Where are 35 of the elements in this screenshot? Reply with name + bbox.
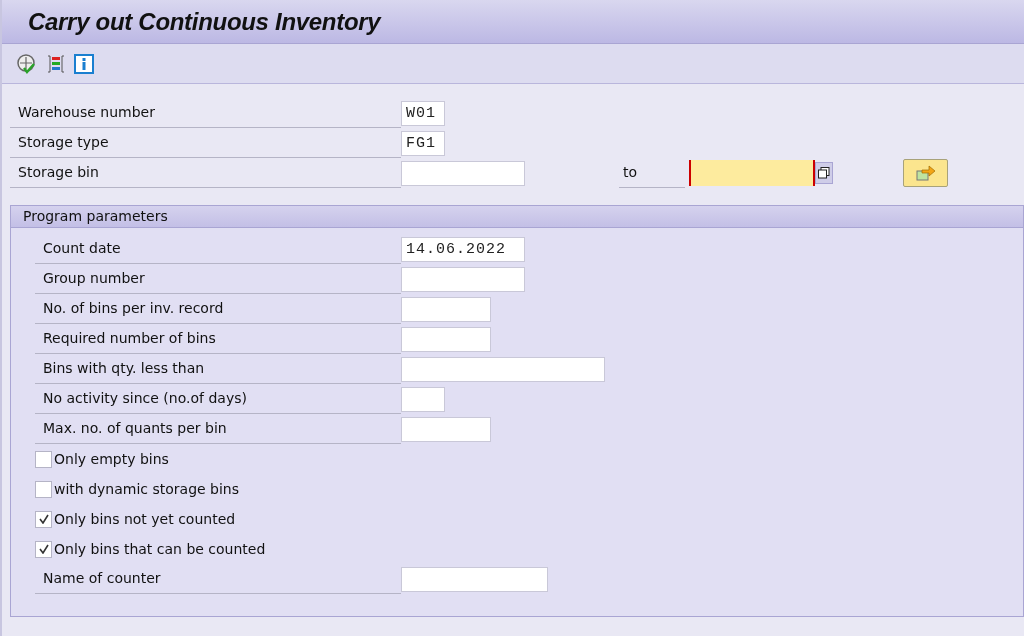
field-label: Max. no. of quants per bin — [35, 414, 401, 444]
checkbox-label: Only bins not yet counted — [54, 509, 236, 529]
field-label: Storage bin — [10, 158, 401, 188]
field-label: Bins with qty. less than — [35, 354, 401, 384]
checkbox[interactable] — [35, 480, 52, 498]
arrow-icon — [915, 165, 936, 181]
input-field[interactable] — [689, 160, 815, 186]
checkbox[interactable] — [35, 540, 52, 558]
checkbox[interactable] — [35, 450, 52, 468]
panel-title: Program parameters — [23, 207, 168, 226]
multiple-selection-button[interactable] — [815, 162, 833, 184]
field-label: Count date — [35, 234, 401, 264]
input-field[interactable]: 14.06.2022 — [401, 236, 525, 262]
info-icon[interactable] — [74, 53, 94, 74]
input-field[interactable]: FG1 — [401, 130, 445, 156]
execute-icon[interactable] — [16, 52, 38, 75]
field-label: Required number of bins — [35, 324, 401, 354]
bars-icon[interactable] — [46, 52, 66, 75]
checkbox[interactable] — [35, 510, 52, 528]
to-label: to — [619, 158, 685, 188]
field-label: Storage type — [10, 128, 401, 158]
arrow-button[interactable] — [903, 159, 948, 187]
input-field[interactable]: W01 — [401, 100, 445, 126]
checkbox-label: Only empty bins — [54, 449, 169, 469]
field-label: No. of bins per inv. record — [35, 294, 401, 324]
field-label: Name of counter — [35, 564, 401, 594]
field-label: Group number — [35, 264, 401, 294]
checkmark-icon — [38, 544, 49, 554]
window-title: Carry out Continuous Inventory — [28, 6, 381, 37]
field-label: No activity since (no.of days) — [35, 384, 401, 414]
checkbox-label: with dynamic storage bins — [54, 479, 240, 499]
field-label: Warehouse number — [10, 98, 401, 128]
checkbox-label: Only bins that can be counted — [54, 539, 266, 559]
checkmark-icon — [38, 514, 49, 524]
copy-icon — [818, 167, 830, 179]
